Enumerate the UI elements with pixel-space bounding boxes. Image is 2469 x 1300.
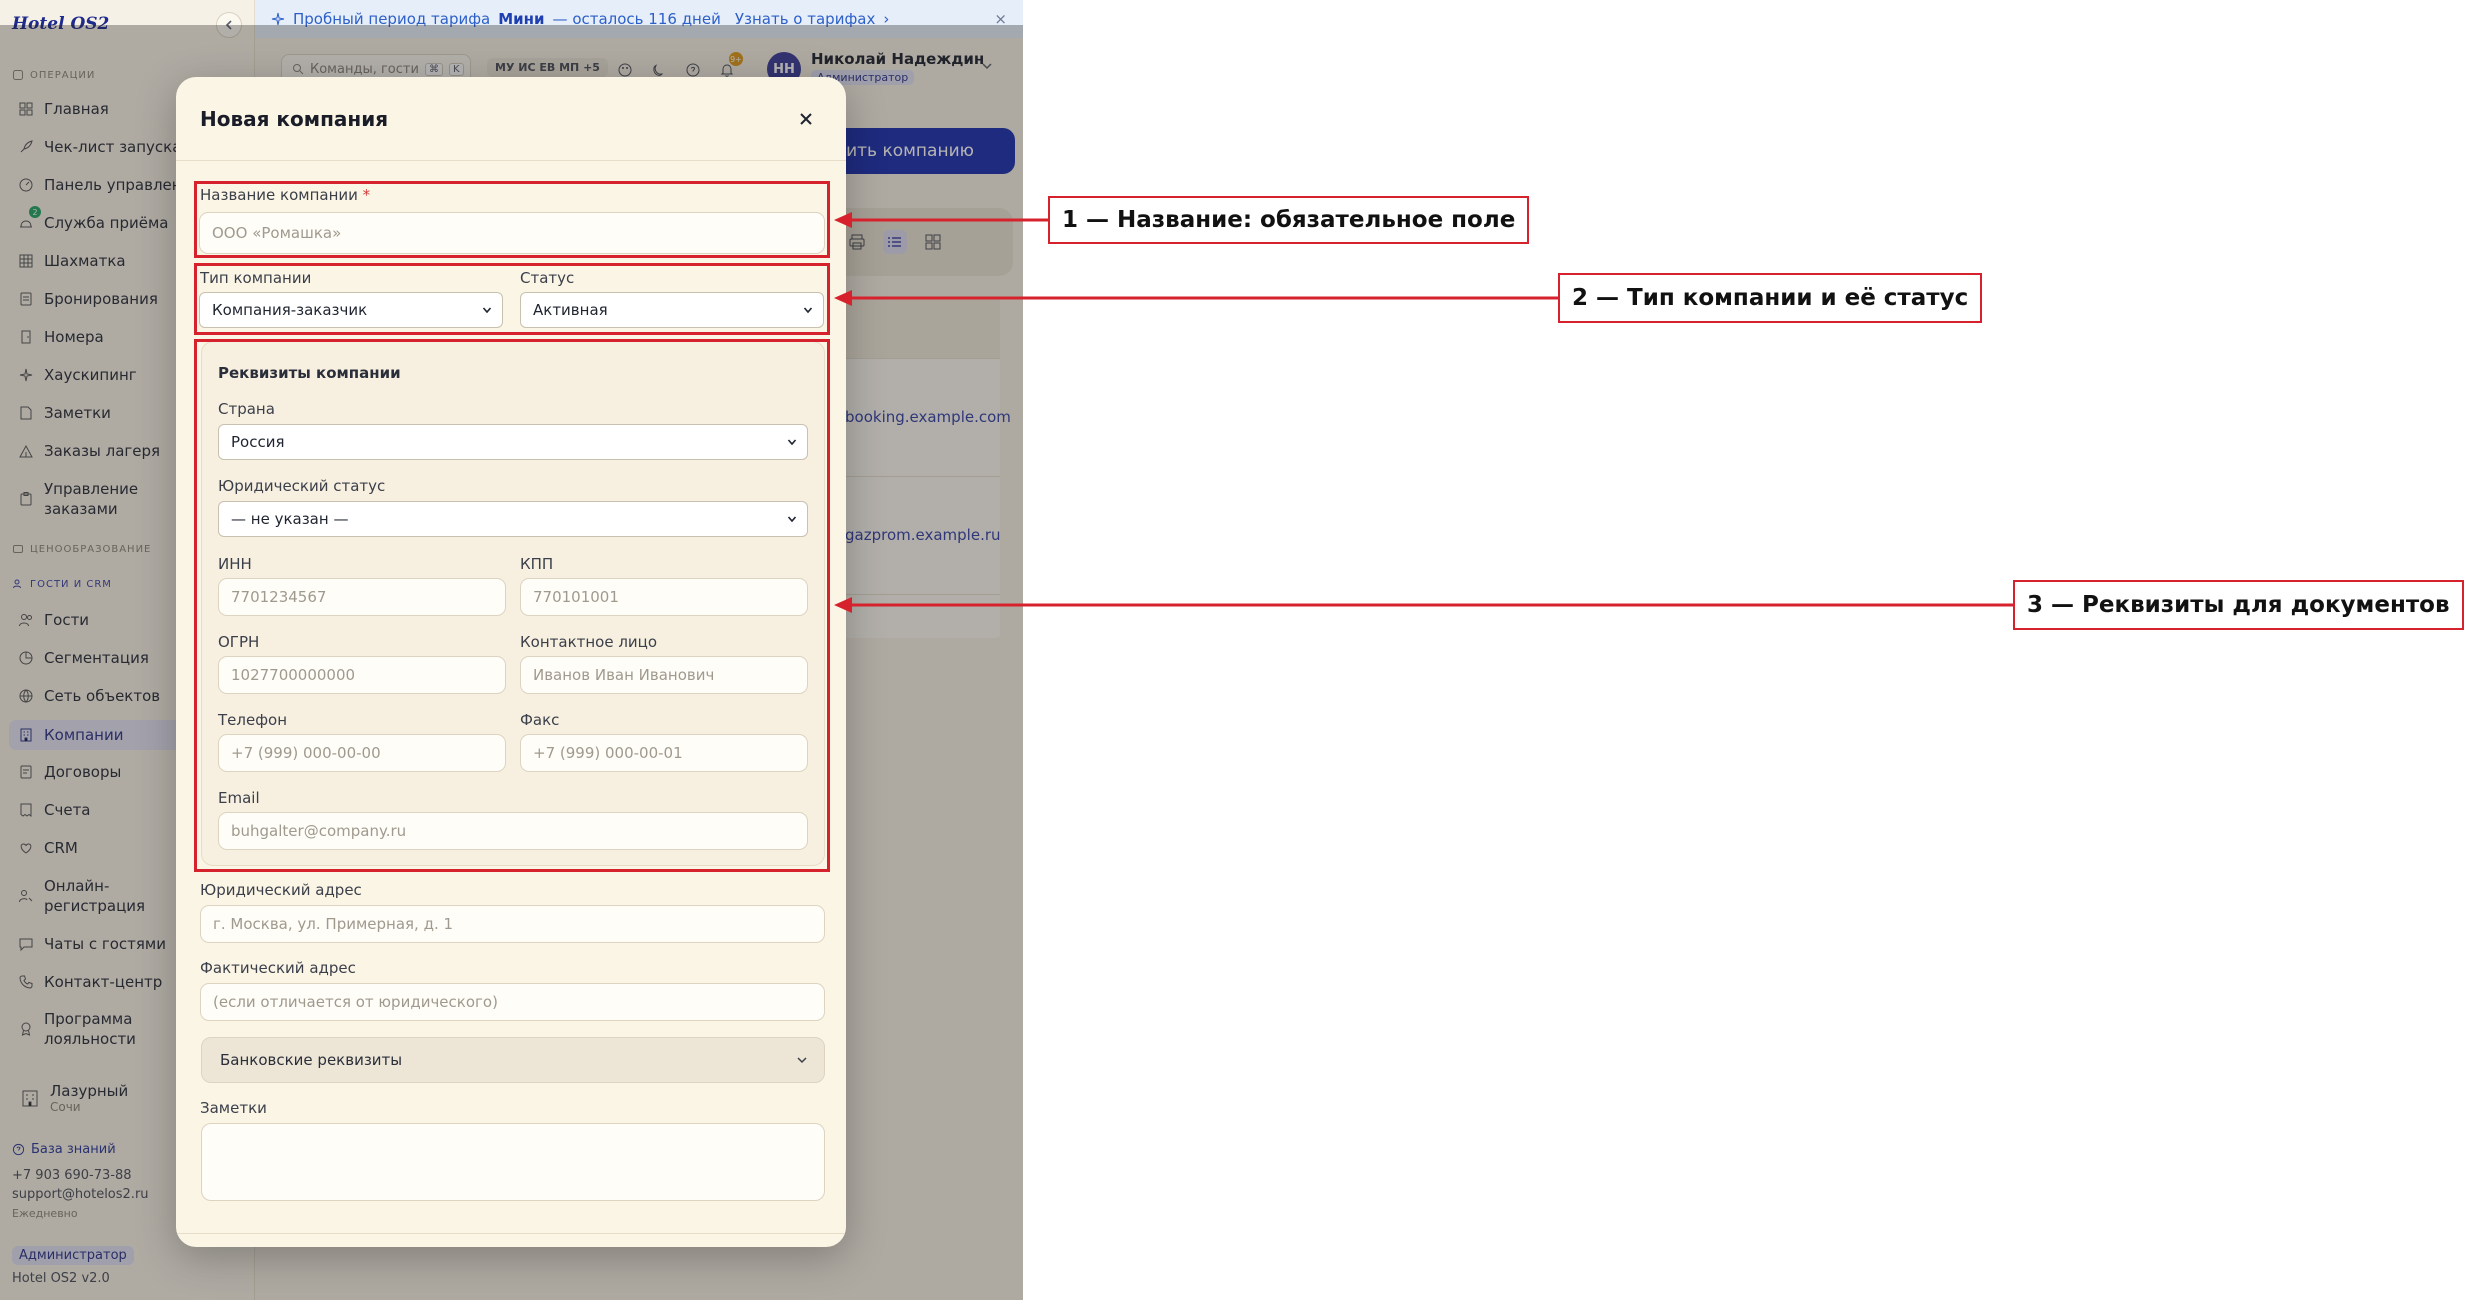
fax-label: Факс [520, 711, 560, 729]
annotation-callout-1: 1 — Название: обязательное поле [1048, 196, 1530, 244]
kpp-label: КПП [520, 555, 554, 573]
chevron-down-icon [797, 1057, 807, 1064]
annotation-callout-3: 3 — Реквизиты для документов [2013, 580, 2464, 630]
status-value: Активная [533, 301, 608, 319]
ogrn-input[interactable]: 1027700000000 [218, 656, 506, 694]
close-icon [800, 113, 812, 125]
status-label: Статус [520, 269, 575, 287]
requisites-title: Реквизиты компании [218, 364, 401, 382]
company-type-label: Тип компании [200, 269, 312, 287]
bank-details-accordion[interactable]: Банковские реквизиты [201, 1037, 825, 1083]
legal-status-select[interactable]: — не указан — [218, 501, 808, 537]
contact-person-input[interactable]: Иванов Иван Иванович [520, 656, 808, 694]
modal-footer-divider [176, 1233, 846, 1234]
contact-person-label: Контактное лицо [520, 633, 658, 651]
modal-close-button[interactable] [794, 107, 818, 131]
legal-status-label: Юридический статус [218, 477, 386, 495]
country-select[interactable]: Россия [218, 424, 808, 460]
chevron-down-icon [787, 439, 797, 446]
sparkle-icon [271, 12, 285, 26]
app-window: Hotel OS2 ОПЕРАЦИИ Главная Чек-лист запу… [0, 0, 1023, 1300]
annotation-callout-2: 2 — Тип компании и её статус [1558, 273, 1983, 323]
country-value: Россия [231, 433, 285, 451]
modal-header-divider [176, 160, 846, 161]
email-label: Email [218, 789, 260, 807]
notes-textarea[interactable] [201, 1123, 825, 1201]
chevron-down-icon [787, 516, 797, 523]
inn-input[interactable]: 7701234567 [218, 578, 506, 616]
actual-address-label: Фактический адрес [200, 959, 356, 977]
company-type-select[interactable]: Компания-заказчик [199, 292, 503, 328]
phone-input[interactable]: +7 (999) 000-00-00 [218, 734, 506, 772]
legal-address-input[interactable]: г. Москва, ул. Примерная, д. 1 [200, 905, 825, 943]
kpp-input[interactable]: 770101001 [520, 578, 808, 616]
company-name-label: Название компании * [200, 186, 370, 204]
bank-details-label: Банковские реквизиты [220, 1051, 403, 1069]
status-select[interactable]: Активная [520, 292, 824, 328]
inn-label: ИНН [218, 555, 252, 573]
new-company-modal: Новая компания Название компании * ООО «… [176, 77, 846, 1247]
email-input[interactable]: buhgalter@company.ru [218, 812, 808, 850]
chevron-down-icon [803, 307, 813, 314]
country-label: Страна [218, 400, 275, 418]
notes-label: Заметки [200, 1099, 267, 1117]
phone-label: Телефон [218, 711, 288, 729]
fax-input[interactable]: +7 (999) 000-00-01 [520, 734, 808, 772]
legal-status-value: — не указан — [231, 510, 349, 528]
company-type-value: Компания-заказчик [212, 301, 368, 319]
required-mark: * [362, 186, 371, 204]
company-name-input[interactable]: ООО «Ромашка» [199, 212, 825, 254]
ogrn-label: ОГРН [218, 633, 260, 651]
modal-title: Новая компания [200, 107, 389, 131]
requisites-card: Реквизиты компании Страна Россия Юридиче… [201, 341, 825, 866]
actual-address-input[interactable]: (если отличается от юридического) [200, 983, 825, 1021]
legal-address-label: Юридический адрес [200, 881, 362, 899]
chevron-down-icon [482, 307, 492, 314]
company-name-label-text: Название компании [200, 186, 358, 204]
